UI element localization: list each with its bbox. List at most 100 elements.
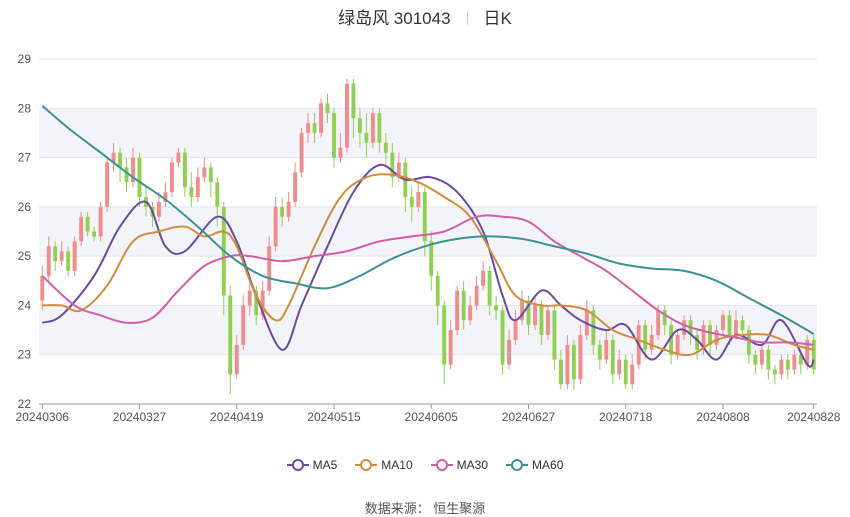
candle-body — [105, 162, 110, 207]
candle-body — [766, 349, 771, 370]
x-tick-label: 20240828 — [787, 410, 841, 424]
candle-body — [293, 172, 298, 202]
candle-body — [338, 147, 343, 158]
candle-body — [416, 192, 421, 207]
candle-body — [383, 142, 388, 153]
legend-swatch-ma5 — [286, 459, 309, 471]
candle-body — [474, 285, 479, 306]
candle-body — [759, 349, 764, 365]
legend-label-ma60: MA60 — [532, 458, 564, 472]
candle-body — [208, 167, 213, 183]
candle-body — [656, 310, 661, 335]
candle-body — [558, 359, 563, 385]
candle-body — [319, 103, 323, 133]
legend-item-ma5[interactable]: MA5 — [286, 458, 338, 472]
x-tick-label: 20240605 — [405, 410, 459, 424]
candle-body — [727, 315, 732, 335]
legend-swatch-ma10 — [355, 459, 378, 471]
y-tick-label: 24 — [18, 298, 32, 312]
candle-body — [597, 344, 602, 360]
candle-body — [357, 118, 362, 133]
candle-body — [169, 162, 174, 193]
plot-band — [39, 108, 817, 158]
candlestick-chart: 22 23 24 25 26 27 28 29 20240306 20240327 2024041… — [16, 52, 841, 424]
candle-body — [740, 320, 745, 331]
legend-swatch-ma60 — [506, 459, 529, 471]
y-tick-label: 23 — [18, 348, 32, 362]
candle-body — [448, 330, 453, 365]
candle-body — [92, 231, 97, 237]
candle-body — [507, 339, 511, 365]
candle-body — [306, 123, 311, 133]
candle-body — [481, 270, 486, 286]
candle-body — [468, 305, 473, 321]
candle-body — [455, 290, 460, 331]
candle-body — [513, 320, 518, 340]
legend-item-ma10[interactable]: MA10 — [355, 458, 413, 472]
candle-body — [500, 310, 505, 365]
candle-body — [59, 251, 64, 262]
y-axis-labels: 22 23 24 25 26 27 28 29 — [18, 52, 32, 411]
candle-body — [118, 152, 122, 168]
x-tick-label: 20240627 — [502, 410, 556, 424]
legend-label-ma30: MA30 — [456, 458, 489, 472]
candle-body — [202, 167, 207, 178]
candle-body — [753, 354, 758, 365]
candle-body — [675, 335, 680, 355]
candle-body — [189, 187, 194, 197]
candle-body — [332, 113, 336, 158]
candle-body — [137, 157, 142, 197]
candle-body — [40, 275, 45, 301]
candle-body — [247, 290, 252, 306]
legend-item-ma60[interactable]: MA60 — [506, 458, 563, 472]
candle-body — [72, 241, 77, 271]
y-tick-label: 29 — [18, 52, 32, 66]
candle-body — [565, 344, 570, 385]
candle-body — [98, 206, 103, 237]
y-tick-label: 25 — [18, 249, 32, 263]
candle-body — [195, 177, 200, 197]
candle-body — [345, 83, 349, 148]
y-tick-label: 22 — [18, 397, 32, 411]
legend-item-ma30[interactable]: MA30 — [430, 458, 489, 472]
candle-body — [182, 152, 187, 188]
candle-body — [273, 206, 278, 247]
candle-body — [312, 123, 317, 133]
candle-body — [785, 359, 790, 370]
x-tick-label: 20240419 — [210, 410, 264, 424]
candle-body — [429, 241, 434, 276]
candle-body — [545, 310, 550, 335]
candle-body — [734, 320, 738, 335]
candle-body — [409, 197, 414, 207]
candle-body — [215, 182, 220, 207]
x-tick-label: 20240306 — [16, 410, 70, 424]
candle-body — [377, 113, 382, 143]
candle-body — [604, 339, 609, 360]
candle-body — [351, 83, 356, 119]
candle-body — [176, 152, 181, 163]
x-tick-label: 20240327 — [113, 410, 167, 424]
candle-body — [370, 113, 375, 143]
candle-body — [617, 359, 622, 375]
candle-body — [649, 335, 654, 350]
legend-swatch-ma30 — [430, 459, 453, 471]
legend: MA5 MA10 MA30 MA60 — [0, 458, 850, 472]
candle-body — [772, 369, 777, 375]
candle-body — [779, 359, 784, 375]
candle-body — [682, 320, 687, 335]
candle-body — [623, 359, 628, 385]
candle-body — [66, 251, 71, 271]
candle-body — [299, 132, 304, 173]
candle-body — [714, 330, 719, 345]
candle-body — [325, 103, 330, 114]
legend-label-ma10: MA10 — [381, 458, 413, 472]
candle-body — [79, 216, 84, 242]
candle-body — [571, 344, 576, 380]
candle-body — [721, 315, 725, 331]
legend-label-ma5: MA5 — [312, 458, 338, 472]
candle-body — [85, 216, 90, 232]
y-tick-label: 27 — [18, 151, 32, 165]
candle-body — [364, 132, 369, 143]
candle-body — [241, 305, 246, 345]
y-tick-label: 26 — [18, 200, 32, 214]
